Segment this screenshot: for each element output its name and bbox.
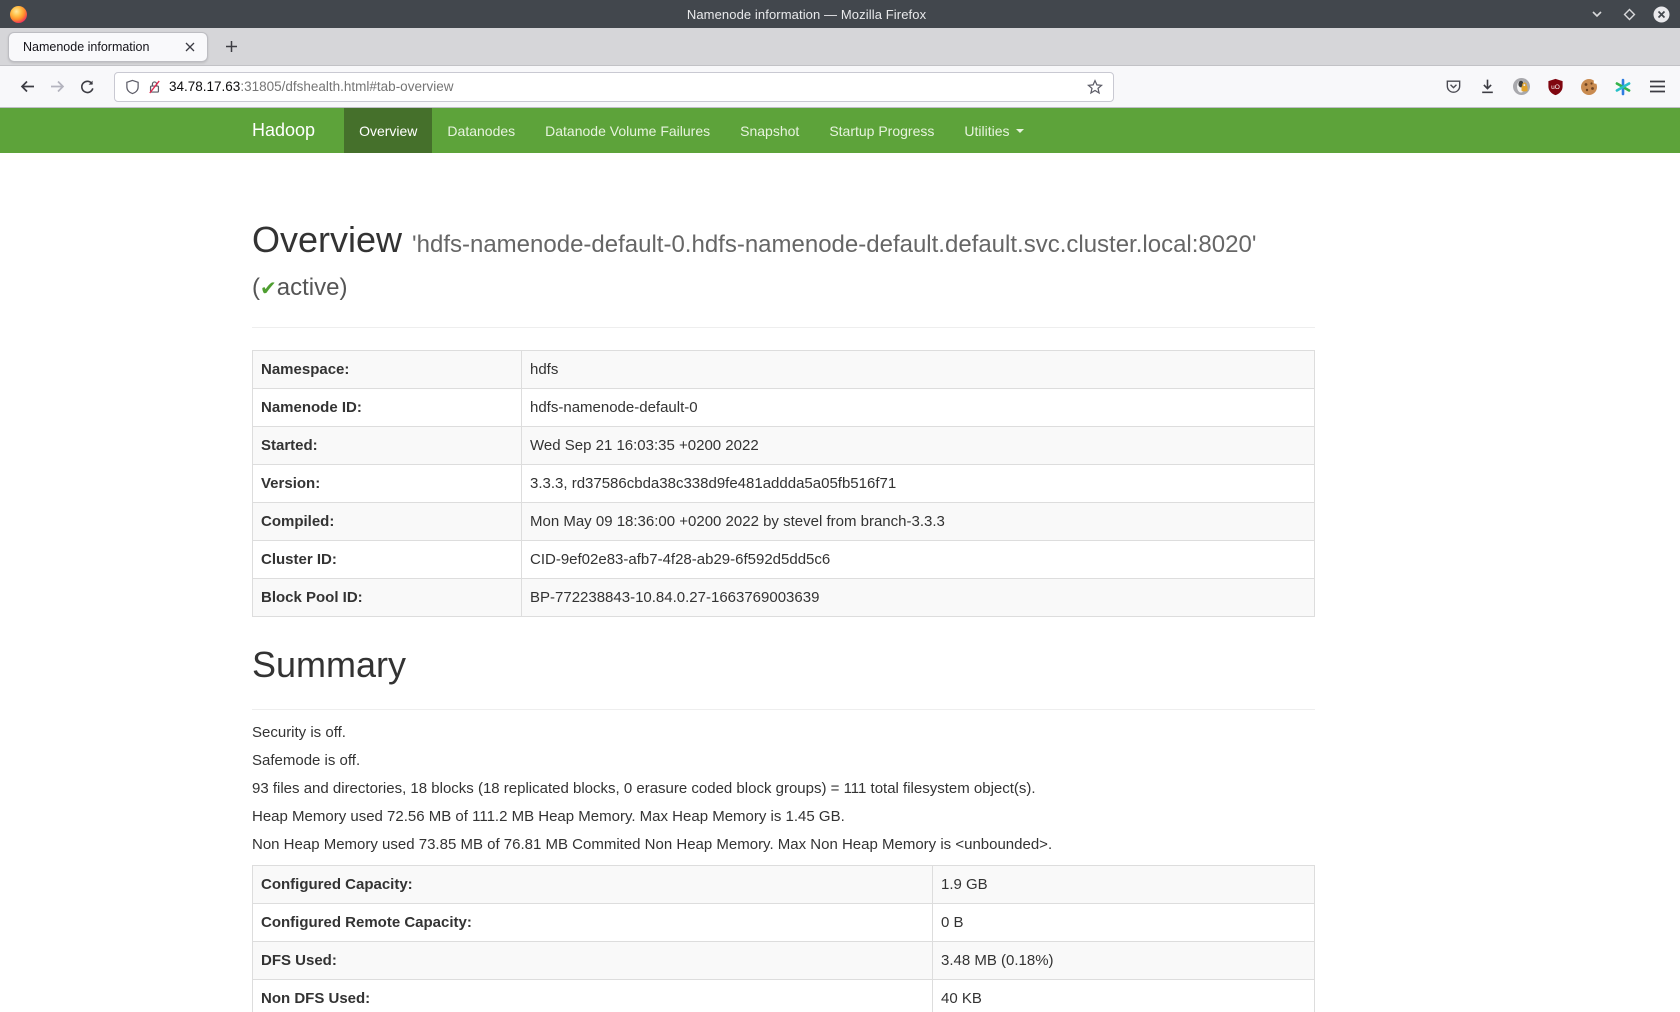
url-text[interactable]: 34.78.17.63:31805/dfshealth.html#tab-ove… xyxy=(169,79,1080,94)
tab-close-icon[interactable] xyxy=(181,38,199,56)
info-value: 3.3.3, rd37586cbda38c338d9fe481addda5a05… xyxy=(522,465,1315,503)
info-label: Namespace: xyxy=(253,351,522,389)
summary-line: Non Heap Memory used 73.85 MB of 76.81 M… xyxy=(252,835,1315,855)
capacity-label: Configured Remote Capacity: xyxy=(253,904,933,942)
table-row: Version:3.3.3, rd37586cbda38c338d9fe481a… xyxy=(253,465,1315,503)
namenode-host-text: 'hdfs-namenode-default-0.hdfs-namenode-d… xyxy=(412,231,1256,258)
info-value: Wed Sep 21 16:03:35 +0200 2022 xyxy=(522,427,1315,465)
summary-line: 93 files and directories, 18 blocks (18 … xyxy=(252,779,1315,799)
page-content: Overview 'hdfs-namenode-default-0.hdfs-n… xyxy=(252,220,1315,1012)
info-label: Namenode ID: xyxy=(253,389,522,427)
nav-tab-snapshot[interactable]: Snapshot xyxy=(725,108,814,153)
hamburger-menu-icon[interactable] xyxy=(1646,76,1668,98)
navigation-toolbar: 34.78.17.63:31805/dfshealth.html#tab-ove… xyxy=(0,66,1680,108)
svg-text:uO: uO xyxy=(1551,84,1560,91)
bookmark-star-icon[interactable] xyxy=(1087,79,1103,95)
table-row: Namenode ID:hdfs-namenode-default-0 xyxy=(253,389,1315,427)
new-tab-button[interactable] xyxy=(218,34,244,60)
table-row: Block Pool ID:BP-772238843-10.84.0.27-16… xyxy=(253,579,1315,617)
table-row: Compiled:Mon May 09 18:36:00 +0200 2022 … xyxy=(253,503,1315,541)
nav-label: Snapshot xyxy=(740,123,799,139)
url-host: 34.78.17.63 xyxy=(169,79,240,94)
window-minimize-button[interactable] xyxy=(1588,5,1606,23)
table-row: Configured Remote Capacity:0 B xyxy=(253,904,1315,942)
info-label: Cluster ID: xyxy=(253,541,522,579)
nav-label: Startup Progress xyxy=(829,123,934,139)
divider xyxy=(252,327,1315,328)
cookie-icon[interactable] xyxy=(1578,76,1600,98)
hadoop-navbar: Hadoop Overview Datanodes Datanode Volum… xyxy=(0,108,1680,153)
capacity-label: Configured Capacity: xyxy=(253,866,933,904)
summary-paragraphs: Security is off. Safemode is off. 93 fil… xyxy=(252,723,1315,855)
info-label: Block Pool ID: xyxy=(253,579,522,617)
chevron-down-icon xyxy=(1016,129,1024,133)
tab-title: Namenode information xyxy=(23,40,181,54)
url-bar[interactable]: 34.78.17.63:31805/dfshealth.html#tab-ove… xyxy=(114,72,1114,102)
page-title-summary: Summary xyxy=(252,644,1315,686)
container-asterisk-icon[interactable] xyxy=(1612,76,1634,98)
firefox-icon xyxy=(10,6,27,23)
page-title-overview: Overview 'hdfs-namenode-default-0.hdfs-n… xyxy=(252,220,1315,265)
nav-tab-startup-progress[interactable]: Startup Progress xyxy=(814,108,949,153)
insecure-lock-icon[interactable] xyxy=(147,79,162,95)
summary-line: Security is off. xyxy=(252,723,1315,743)
info-value: BP-772238843-10.84.0.27-1663769003639 xyxy=(522,579,1315,617)
capacity-table: Configured Capacity:1.9 GB Configured Re… xyxy=(252,865,1315,1012)
summary-line: Safemode is off. xyxy=(252,751,1315,771)
capacity-label: Non DFS Used: xyxy=(253,980,933,1012)
browser-tab-namenode[interactable]: Namenode information xyxy=(8,32,208,62)
check-icon: ✔ xyxy=(260,278,277,300)
summary-line: Heap Memory used 72.56 MB of 111.2 MB He… xyxy=(252,807,1315,827)
downloads-icon[interactable] xyxy=(1476,76,1498,98)
overview-title-text: Overview xyxy=(252,219,402,260)
table-row: Cluster ID:CID-9ef02e83-afb7-4f28-ab29-6… xyxy=(253,541,1315,579)
ublock-origin-icon[interactable]: uO xyxy=(1544,76,1566,98)
nav-label: Utilities xyxy=(964,123,1009,139)
capacity-label: DFS Used: xyxy=(253,942,933,980)
nav-label: Datanodes xyxy=(447,123,515,139)
info-value: hdfs-namenode-default-0 xyxy=(522,389,1315,427)
forward-button[interactable] xyxy=(42,72,72,102)
url-path: :31805/dfshealth.html#tab-overview xyxy=(240,79,453,94)
table-row: Started:Wed Sep 21 16:03:35 +0200 2022 xyxy=(253,427,1315,465)
table-row: Non DFS Used:40 KB xyxy=(253,980,1315,1012)
nav-tab-overview[interactable]: Overview xyxy=(344,108,432,153)
namenode-info-table: Namespace:hdfs Namenode ID:hdfs-namenode… xyxy=(252,350,1315,617)
table-row: Namespace:hdfs xyxy=(253,351,1315,389)
info-value: Mon May 09 18:36:00 +0200 2022 by stevel… xyxy=(522,503,1315,541)
capacity-value: 40 KB xyxy=(933,980,1315,1012)
back-button[interactable] xyxy=(12,72,42,102)
window-close-button[interactable] xyxy=(1652,5,1670,23)
info-value: hdfs xyxy=(522,351,1315,389)
window-controls xyxy=(1588,5,1670,23)
tab-bar: Namenode information xyxy=(0,28,1680,66)
pocket-icon[interactable] xyxy=(1442,76,1464,98)
nav-dropdown-utilities[interactable]: Utilities xyxy=(949,108,1038,153)
namenode-status: (✔active) xyxy=(252,273,1315,304)
nav-tab-datanode-volume-failures[interactable]: Datanode Volume Failures xyxy=(530,108,725,153)
status-paren: ( xyxy=(252,274,260,301)
nav-label: Overview xyxy=(359,123,417,139)
capacity-value: 3.48 MB (0.18%) xyxy=(933,942,1315,980)
info-label: Compiled: xyxy=(253,503,522,541)
window-title: Namenode information — Mozilla Firefox xyxy=(35,7,1578,22)
toolbar-extension-area: uO xyxy=(1442,76,1668,98)
nav-label: Datanode Volume Failures xyxy=(545,123,710,139)
divider xyxy=(252,709,1315,710)
reload-button[interactable] xyxy=(72,72,102,102)
status-active-text: active) xyxy=(277,274,348,301)
nav-tab-datanodes[interactable]: Datanodes xyxy=(432,108,530,153)
info-label: Started: xyxy=(253,427,522,465)
info-label: Version: xyxy=(253,465,522,503)
shield-icon[interactable] xyxy=(125,79,140,95)
table-row: Configured Capacity:1.9 GB xyxy=(253,866,1315,904)
navbar-brand-hadoop[interactable]: Hadoop xyxy=(252,108,330,153)
window-titlebar: Namenode information — Mozilla Firefox xyxy=(0,0,1680,28)
capacity-value: 0 B xyxy=(933,904,1315,942)
extension-privacy-icon[interactable] xyxy=(1510,76,1532,98)
capacity-value: 1.9 GB xyxy=(933,866,1315,904)
table-row: DFS Used:3.48 MB (0.18%) xyxy=(253,942,1315,980)
window-maximize-button[interactable] xyxy=(1620,5,1638,23)
info-value: CID-9ef02e83-afb7-4f28-ab29-6f592d5dd5c6 xyxy=(522,541,1315,579)
